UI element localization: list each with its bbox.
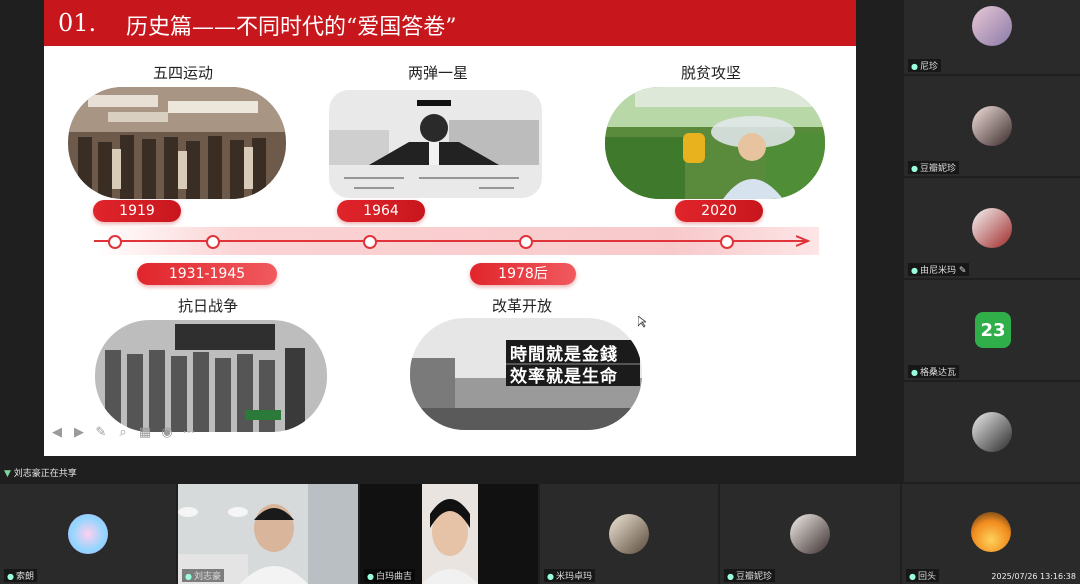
participant-avatar — [790, 514, 830, 554]
participant-avatar — [68, 514, 108, 554]
participant-avatar — [972, 208, 1012, 248]
video-feed — [422, 484, 478, 584]
screen-share-icon: ▼ — [4, 469, 11, 479]
participant-name: 豆瓣妮珍 — [735, 572, 772, 582]
participant-tile[interactable]: ● 米玛卓玛 — [540, 484, 718, 584]
participant-avatar — [972, 106, 1012, 146]
participant-name: 米玛卓玛 — [555, 572, 592, 582]
participant-tile[interactable] — [904, 382, 1080, 482]
timeline-dot — [108, 235, 122, 249]
pointer-icon[interactable]: ◉ — [160, 426, 174, 440]
event-title-may-fourth: 五四运动 — [153, 64, 214, 82]
event-title-two-bombs: 两弹一星 — [408, 64, 469, 82]
participant-name: 由尼米玛 — [919, 266, 956, 276]
participant-avatar: 23 — [975, 312, 1011, 348]
participant-tile[interactable]: ● 尼珍 — [904, 0, 1080, 74]
event-title-anti-japanese-war: 抗日战争 — [178, 297, 239, 315]
participant-avatar — [609, 514, 649, 554]
mic-icon: ● — [7, 572, 14, 581]
participant-tile[interactable]: 23 ● 格桑达瓦 — [904, 280, 1080, 380]
participant-avatar — [971, 512, 1011, 552]
event-title-reform-opening: 改革开放 — [492, 297, 553, 315]
participant-name: 格桑达瓦 — [919, 368, 956, 378]
mic-icon: ● — [185, 572, 192, 581]
mouse-cursor-icon — [638, 316, 646, 328]
participant-avatar — [972, 6, 1012, 46]
year-pill-1919: 1919 — [93, 200, 181, 222]
next-slide-icon[interactable]: ▶ — [72, 426, 86, 440]
participant-tile[interactable]: ● 索朗 — [0, 484, 176, 584]
participant-tile[interactable]: ● 豆瓣妮珍 — [720, 484, 900, 584]
mic-icon: ● — [547, 572, 554, 581]
photo-two-bombs — [329, 90, 542, 198]
slide-title-bar: 01. 历史篇——不同时代的“爱国答卷” — [44, 0, 856, 46]
participant-video-tile[interactable]: ● 白玛曲吉 — [360, 484, 538, 584]
year-pill-1978: 1978后 — [470, 263, 576, 285]
grid-view-icon[interactable]: ▦ — [138, 426, 152, 440]
pen-icon[interactable]: ✎ — [94, 426, 108, 440]
mic-icon: ● — [909, 572, 916, 581]
participant-avatar — [972, 412, 1012, 452]
participant-name: 刘志豪 — [193, 572, 221, 582]
participant-name: 回头 — [917, 572, 936, 582]
mic-icon: ● — [367, 572, 374, 581]
participant-tile[interactable]: ● 豆瓣妮珍 — [904, 76, 1080, 176]
more-icon[interactable]: ⋯ — [182, 426, 196, 440]
prev-slide-icon[interactable]: ◀ — [50, 426, 64, 440]
edit-icon: ✎ — [958, 266, 967, 276]
year-pill-1931-1945: 1931-1945 — [137, 263, 277, 285]
participant-name: 豆瓣妮珍 — [919, 164, 956, 174]
mic-icon: ● — [911, 62, 918, 71]
timeline-dot — [519, 235, 533, 249]
mic-icon: ● — [911, 164, 918, 173]
timeline-arrow-icon — [796, 235, 810, 247]
reform-slogan-line2: 效率就是生命 — [510, 367, 618, 387]
year-pill-1964: 1964 — [337, 200, 425, 222]
participant-name: 索朗 — [15, 572, 34, 582]
participant-tile[interactable]: ● 由尼米玛 ✎ — [904, 178, 1080, 278]
photo-may-fourth — [68, 87, 286, 199]
timeline-dot — [206, 235, 220, 249]
mic-icon: ● — [911, 266, 918, 275]
participant-video-tile[interactable]: ● 刘志豪 — [178, 484, 358, 584]
mic-icon: ● — [911, 368, 918, 377]
section-title: 历史篇——不同时代的“爱国答卷” — [126, 15, 457, 40]
slide-toolbar: ◀ ▶ ✎ ⌕ ▦ ◉ ⋯ — [44, 420, 204, 448]
participant-tile[interactable]: ● 回头 2025/07/26 13:16:38 — [902, 484, 1080, 584]
shared-slide: 01. 历史篇——不同时代的“爱国答卷” 五四运动 两弹一星 脱贫攻坚 1919… — [44, 0, 856, 456]
participant-name: 白玛曲吉 — [375, 572, 412, 582]
zoom-icon[interactable]: ⌕ — [116, 426, 130, 440]
participant-name: 尼珍 — [919, 62, 938, 72]
photo-anti-japanese-war — [95, 320, 327, 432]
year-pill-2020: 2020 — [675, 200, 763, 222]
photo-poverty-alleviation — [605, 87, 825, 199]
timeline-dot — [720, 235, 734, 249]
event-title-poverty: 脱贫攻坚 — [681, 64, 742, 82]
photo-reform-opening: 時間就是金錢 效率就是生命 — [410, 318, 642, 430]
timeline-dot — [363, 235, 377, 249]
timestamp: 2025/07/26 13:16:38 — [991, 572, 1076, 581]
sharing-status: ▼ 刘志豪正在共享 — [4, 469, 77, 479]
section-number: 01. — [58, 9, 97, 37]
mic-icon: ● — [727, 572, 734, 581]
timeline-line — [94, 240, 806, 242]
